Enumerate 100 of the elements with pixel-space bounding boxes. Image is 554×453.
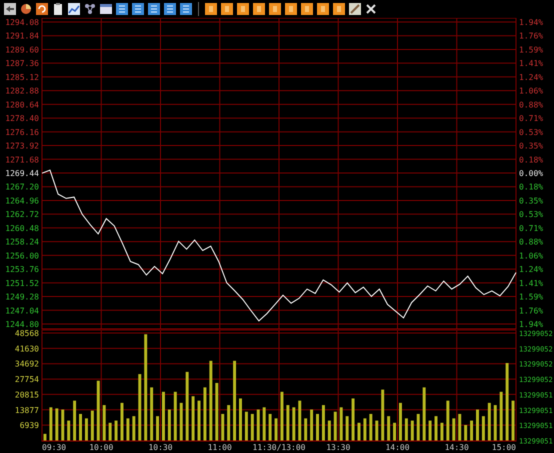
price-label: 1247.04 — [5, 306, 39, 316]
volume-bar — [458, 414, 462, 440]
close-icon[interactable] — [365, 3, 377, 15]
volume-bar — [180, 402, 183, 440]
volume-bar — [280, 392, 284, 440]
time-label: 11:30/13:00 — [252, 443, 306, 452]
volume-bar — [49, 407, 52, 440]
volume-bar — [434, 416, 438, 440]
percent-label: 1.59% — [519, 45, 544, 54]
refresh-icon[interactable] — [36, 3, 48, 15]
price-label: 1244.80 — [5, 320, 39, 329]
price-label: 1287.36 — [5, 59, 39, 68]
percent-label: 0.18% — [519, 155, 544, 164]
pencil-icon[interactable] — [349, 3, 361, 15]
volume-bar — [470, 420, 474, 440]
volume-bar — [381, 390, 384, 440]
price-label: 1282.88 — [5, 86, 39, 96]
volume-bar — [108, 422, 112, 440]
volume-bar — [286, 405, 290, 440]
price-label: 1262.72 — [5, 210, 39, 220]
price-label: 1267.20 — [5, 182, 39, 192]
percent-label: 0.53% — [519, 128, 544, 137]
price-label: 1249.28 — [5, 292, 39, 302]
volume-bar — [120, 402, 124, 440]
volume-bar — [90, 410, 94, 440]
line-chart-icon[interactable] — [68, 3, 80, 15]
volume-bar — [61, 410, 64, 440]
percent-label: 1.06% — [519, 251, 544, 260]
volume-bar — [494, 405, 497, 440]
grid-icon[interactable] — [148, 3, 160, 15]
network-icon[interactable] — [84, 3, 96, 15]
time-label: 14:30 — [444, 443, 469, 452]
volume-bar — [387, 416, 390, 440]
price-label: 1271.68 — [5, 155, 39, 164]
back-arrow-icon[interactable] — [4, 3, 16, 15]
percent-label: 1.94% — [519, 320, 544, 329]
volume-label: 34692 — [14, 360, 39, 369]
price-label: 1269.44 — [5, 169, 39, 178]
volume-bar — [452, 418, 456, 440]
volume-bar — [446, 400, 450, 440]
clipboard-icon[interactable] — [52, 3, 64, 15]
volume-bar — [512, 400, 515, 440]
volume-bar — [416, 414, 420, 440]
volume-bar — [215, 382, 218, 440]
volume-bar — [256, 410, 260, 440]
volume-bar — [340, 407, 343, 440]
volume-bar — [404, 418, 408, 440]
volume-bar — [482, 416, 485, 440]
volume-bar — [239, 398, 242, 440]
volume-bar — [174, 392, 177, 440]
volume-bar — [310, 410, 314, 440]
volume-bar — [156, 416, 160, 440]
volume-bar — [358, 422, 360, 440]
price-label: 1294.08 — [5, 18, 39, 27]
volume-bar — [221, 414, 224, 440]
volume-label: 48568 — [14, 330, 39, 338]
grid-icon[interactable] — [164, 3, 176, 15]
percent-label: 0.35% — [519, 142, 544, 151]
percent-label: 0.88% — [519, 100, 544, 110]
volume-bar — [292, 407, 296, 440]
time-label: 15:00 — [492, 443, 516, 452]
percent-label: 0.71% — [519, 114, 544, 124]
percent-label: 0.35% — [519, 196, 544, 206]
percent-label: 0.53% — [519, 210, 544, 220]
volume-bar — [114, 420, 118, 440]
volume-bar — [500, 392, 503, 440]
volume-bar — [168, 410, 171, 440]
volume-bar — [464, 425, 468, 440]
volume-bar — [274, 418, 278, 440]
volume-bar — [398, 402, 402, 440]
volume-label: 13877 — [14, 406, 39, 415]
volume-bar — [476, 410, 479, 440]
percent-label: 1.76% — [519, 32, 544, 41]
grid-icon[interactable] — [116, 3, 128, 15]
price-label: 1285.12 — [5, 72, 39, 82]
volume-bar — [393, 422, 396, 440]
volume-bar — [102, 405, 106, 440]
percent-label: 1.41% — [519, 59, 544, 68]
volume-bar — [410, 420, 414, 440]
volume-bar — [186, 372, 189, 440]
volume-bar — [369, 414, 372, 440]
grid-icon[interactable] — [180, 3, 192, 15]
time-label: 11:00 — [208, 443, 232, 452]
window-icon[interactable] — [100, 3, 112, 15]
grid-icon[interactable] — [132, 3, 144, 15]
pie-icon[interactable] — [20, 3, 32, 15]
volume-bar — [244, 412, 248, 440]
price-label: 1273.92 — [5, 142, 39, 151]
volume-bar — [363, 418, 366, 440]
volume-label: 20815 — [14, 390, 39, 400]
percent-label: 0.18% — [519, 182, 544, 192]
price-label: 1260.48 — [5, 224, 39, 233]
volume-bar — [268, 414, 272, 440]
percent-label: 1.94% — [519, 18, 544, 27]
volume-bar — [262, 407, 266, 440]
price-label: 1276.16 — [5, 128, 39, 137]
volume-bar — [96, 380, 100, 440]
volume-bar — [334, 412, 337, 440]
volume-label: 6939 — [20, 421, 39, 430]
price-label: 1253.76 — [5, 265, 39, 274]
